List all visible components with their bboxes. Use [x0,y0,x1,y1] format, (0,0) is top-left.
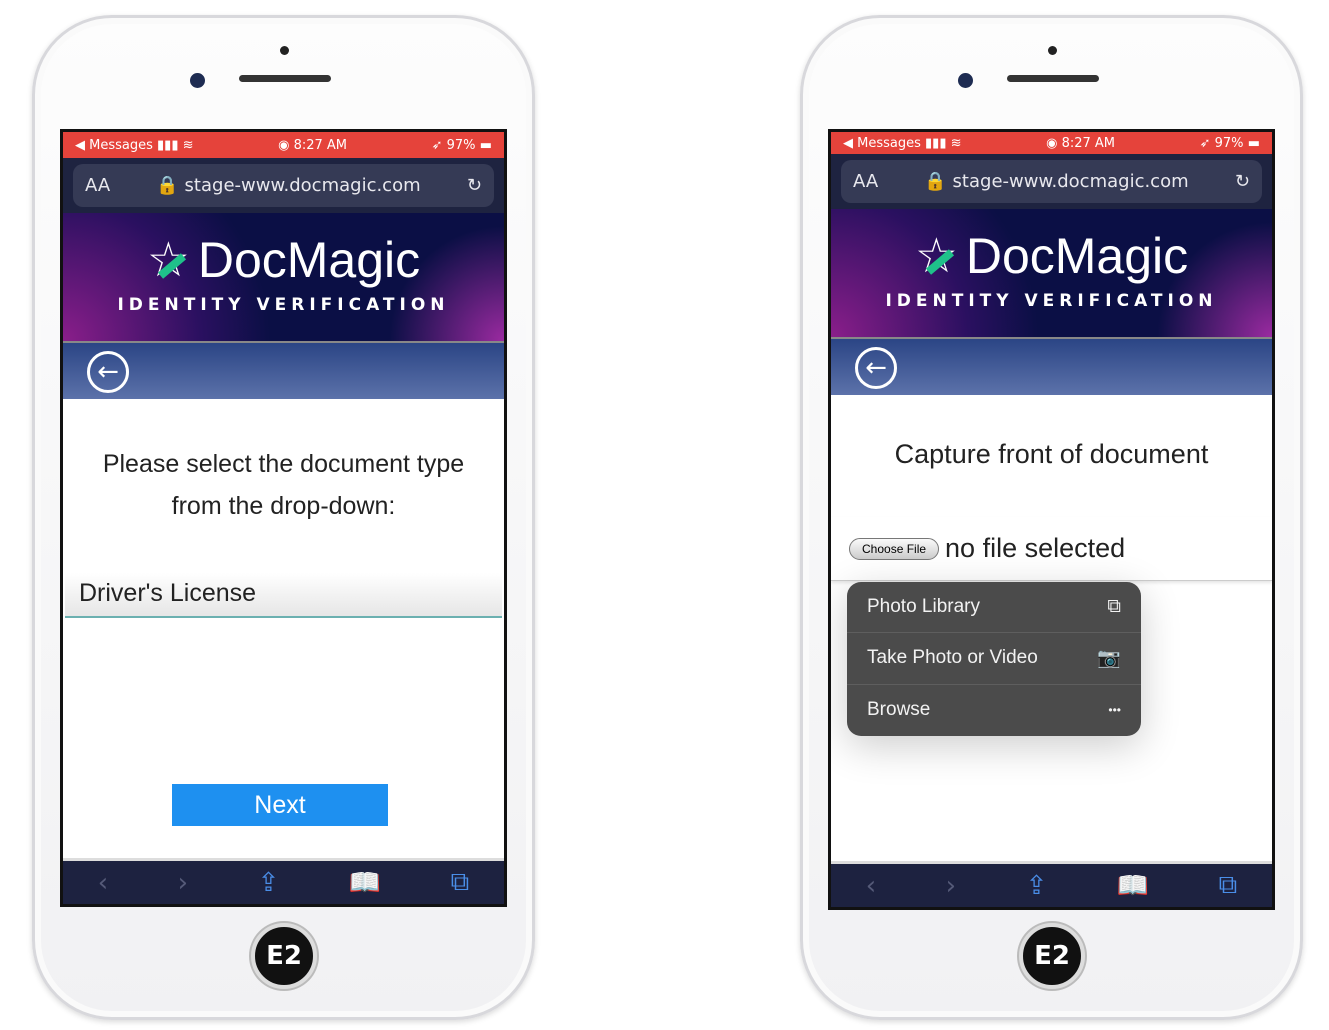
star-logo-icon: ☆ [146,234,190,287]
clock: 8:27 AM [1061,135,1116,151]
forward-icon[interactable]: › [178,868,188,898]
banner: ☆ DocMagic IDENTITY VERIFICATION [63,213,504,341]
forward-icon[interactable]: › [946,871,956,901]
text-size-button[interactable]: AA [853,171,878,192]
url-text: stage-www.docmagic.com [184,175,421,196]
speaker [1007,75,1099,82]
battery-level: 97% [1214,135,1244,151]
menu-item-browse[interactable]: Browse ••• [847,685,1141,736]
bookmarks-icon[interactable]: 📖 [1117,871,1149,901]
alarm-icon: ◉ [278,137,290,153]
bookmarks-icon[interactable]: 📖 [349,868,381,898]
star-logo-icon: ☆ [914,230,958,283]
share-icon[interactable]: ⇪ [258,868,280,898]
clock: 8:27 AM [293,137,348,153]
wifi-icon: ≋ [182,137,194,153]
tagline: IDENTITY VERIFICATION [885,291,1218,311]
prompt-line-1: Please select the document type [102,450,465,478]
sensor [280,46,289,55]
menu-item-photo-library[interactable]: Photo Library ⧉ [847,582,1141,634]
status-bar: ◀ Messages ▮▮▮ ≋ ◉ 8:27 AM ➶ 97% ▬ [63,132,504,158]
home-button[interactable]: E2 [251,923,317,989]
location-icon: ➶ [431,137,443,153]
url-text: stage-www.docmagic.com [952,171,1189,192]
lock-icon: 🔒 [156,175,179,196]
share-icon[interactable]: ⇪ [1026,871,1048,901]
back-to-app[interactable]: ◀ Messages [843,136,921,151]
back-icon[interactable]: ‹ [866,871,876,901]
banner: ☆ DocMagic IDENTITY VERIFICATION [831,209,1272,337]
next-button[interactable]: Next [172,784,388,826]
status-bar: ◀ Messages ▮▮▮ ≋ ◉ 8:27 AM ➶ 97% ▬ [831,132,1272,154]
back-arrow-icon[interactable]: ← [855,347,897,389]
file-source-menu: Photo Library ⧉ Take Photo or Video 📷 Brow… [847,582,1141,736]
menu-label: Browse [867,699,931,721]
phone-right: ◀ Messages ▮▮▮ ≋ ◉ 8:27 AM ➶ 97% ▬ AA 🔒 … [800,15,1303,1020]
battery-icon: ▬ [1247,135,1260,151]
alarm-icon: ◉ [1046,135,1058,151]
phone-left: ◀ Messages ▮▮▮ ≋ ◉ 8:27 AM ➶ 97% ▬ AA 🔒 … [32,15,535,1020]
wifi-icon: ≋ [950,135,962,151]
address-bar[interactable]: AA 🔒 stage-www.docmagic.com ↻ [73,164,494,207]
more-icon: ••• [1108,703,1121,718]
home-button[interactable]: E2 [1019,923,1085,989]
back-to-app[interactable]: ◀ Messages [75,138,153,153]
tabs-icon[interactable]: ⧉ [1219,870,1238,901]
back-arrow-icon[interactable]: ← [87,351,129,393]
menu-label: Photo Library [867,596,981,618]
reload-icon[interactable]: ↻ [467,175,482,196]
screen: ◀ Messages ▮▮▮ ≋ ◉ 8:27 AM ➶ 97% ▬ AA 🔒 … [60,129,507,907]
lock-icon: 🔒 [924,171,947,192]
address-bar[interactable]: AA 🔒 stage-www.docmagic.com ↻ [841,160,1262,203]
location-icon: ➶ [1199,135,1211,151]
text-size-button[interactable]: AA [85,175,110,196]
back-icon[interactable]: ‹ [98,868,108,898]
file-status: no file selected [945,533,1126,563]
signal-icon: ▮▮▮ [157,137,179,153]
menu-label: Take Photo or Video [867,647,1038,669]
tabs-icon[interactable]: ⧉ [451,867,470,898]
brand-name: DocMagic [965,228,1189,284]
camera-icon: 📷 [1097,648,1121,670]
choose-file-button[interactable]: Choose File [849,537,940,560]
reload-icon[interactable]: ↻ [1235,171,1250,192]
brand-name: DocMagic [197,232,421,288]
menu-item-take-photo[interactable]: Take Photo or Video 📷 [847,633,1141,685]
photo-library-icon: ⧉ [1107,596,1121,618]
capture-title: Capture front of document [894,439,1209,469]
document-type-select[interactable]: Driver's License [65,573,502,618]
battery-icon: ▬ [479,137,492,153]
battery-level: 97% [446,137,476,153]
prompt-line-2: from the drop-down: [171,492,396,520]
speaker [239,75,331,82]
screen: ◀ Messages ▮▮▮ ≋ ◉ 8:27 AM ➶ 97% ▬ AA 🔒 … [828,129,1275,910]
front-camera [190,73,205,88]
front-camera [958,73,973,88]
signal-icon: ▮▮▮ [925,135,947,151]
sensor [1048,46,1057,55]
tagline: IDENTITY VERIFICATION [117,295,450,315]
